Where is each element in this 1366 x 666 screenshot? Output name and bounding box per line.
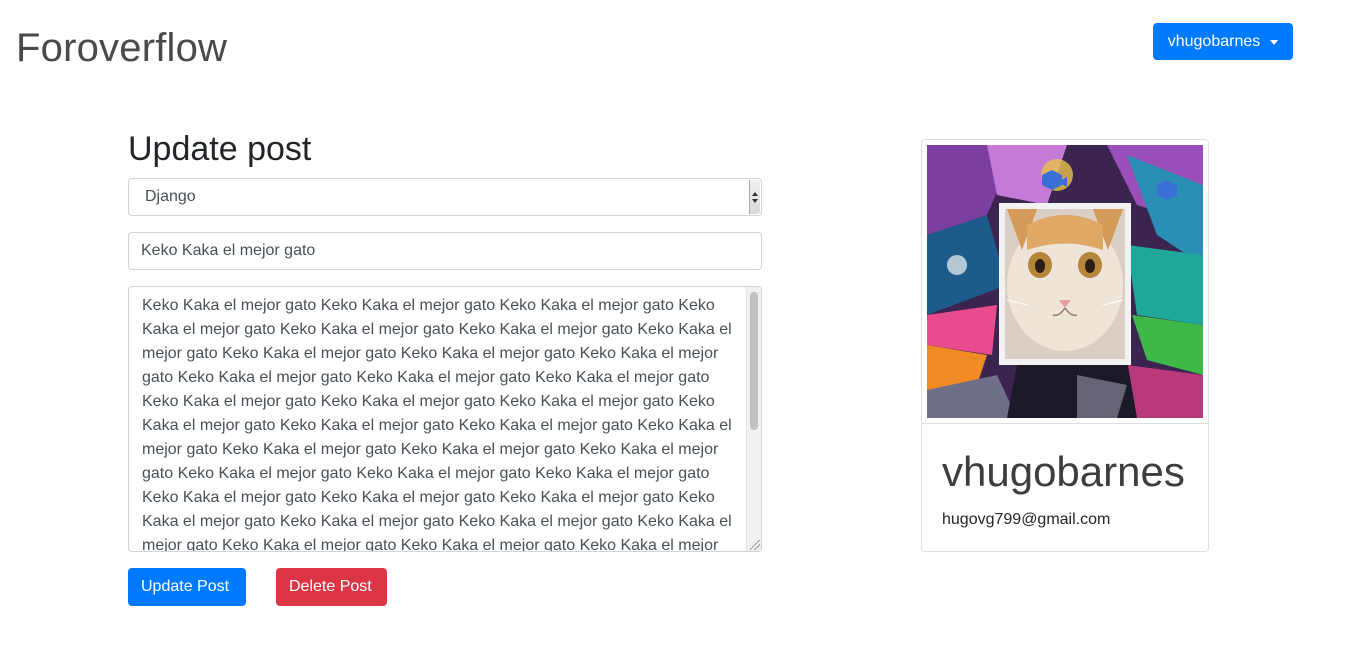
post-body-textarea[interactable]: Keko Kaka el mejor gato Keko Kaka el mej… — [128, 286, 762, 552]
profile-username: vhugobarnes — [942, 448, 1185, 495]
avatar-image — [927, 145, 1203, 418]
user-menu-label: vhugobarnes — [1167, 32, 1261, 50]
page-title: Update post — [128, 130, 312, 168]
profile-email: hugovg799@gmail.com — [942, 511, 1111, 528]
textarea-scrollbar[interactable] — [746, 287, 761, 551]
post-title-input[interactable]: Keko Kaka el mejor gato — [128, 232, 762, 270]
avatar — [927, 145, 1203, 418]
post-body-text: Keko Kaka el mejor gato Keko Kaka el mej… — [142, 297, 732, 552]
avatar-frame — [922, 140, 1208, 424]
post-title-value: Keko Kaka el mejor gato — [141, 242, 316, 259]
select-arrows-icon — [749, 180, 760, 214]
category-select[interactable]: Django — [128, 178, 762, 216]
update-post-button[interactable]: Update Post — [128, 568, 246, 606]
user-menu-button[interactable]: vhugobarnes — [1153, 23, 1293, 60]
category-select-value: Django — [145, 188, 196, 205]
profile-card: vhugobarnes hugovg799@gmail.com — [921, 139, 1209, 552]
scrollbar-thumb[interactable] — [750, 292, 758, 430]
brand-title[interactable]: Foroverflow — [16, 26, 227, 71]
delete-post-button[interactable]: Delete Post — [276, 568, 387, 606]
caret-down-icon — [1270, 40, 1279, 45]
resize-handle-icon[interactable] — [750, 540, 760, 550]
